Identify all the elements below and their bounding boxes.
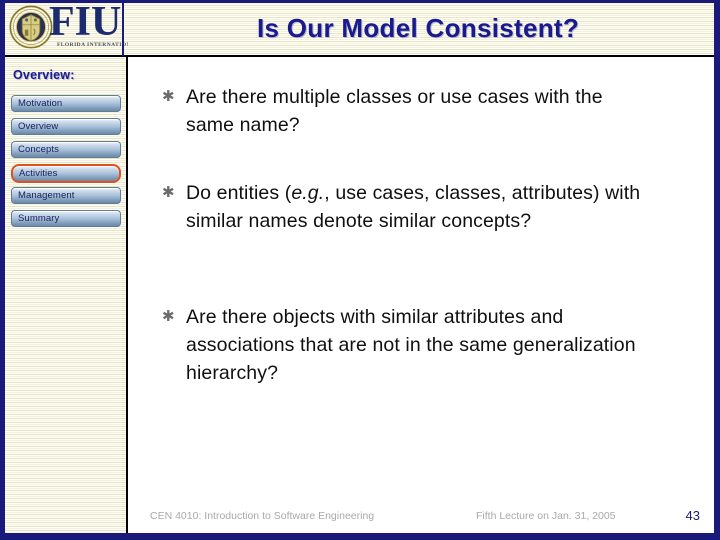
sidebar-item-label: Summary (18, 213, 60, 224)
sidebar-item-management[interactable]: Management (11, 187, 121, 204)
slide-footer: CEN 4010: Introduction to Software Engin… (128, 505, 714, 529)
slide-title-text: Is Our Model Consistent? (256, 12, 580, 43)
slide-frame-bottom (0, 533, 720, 540)
logo-divider (122, 0, 124, 56)
footer-page-number: 43 (685, 508, 700, 523)
bullet-text: Do entities (e.g., use cases, classes, a… (186, 182, 641, 232)
fiu-wordmark: FIU (49, 3, 122, 45)
sidebar-item-label: Management (18, 190, 75, 201)
slide-canvas: FIU FLORIDA INTERNATIONAL UNIVERSITY Is … (0, 0, 720, 540)
bullet-asterisk-icon: ✱ (162, 308, 175, 325)
university-seal-icon (9, 5, 53, 49)
sidebar-divider (126, 57, 128, 533)
footer-lecture-label: Fifth Lecture on Jan. 31, 2005 (476, 510, 616, 522)
slide-frame-left (0, 0, 5, 540)
sidebar-item-label: Concepts (18, 144, 59, 155)
bullet-text: Are there multiple classes or use cases … (186, 86, 603, 136)
bullet-asterisk-icon: ✱ (162, 88, 175, 105)
bullet-item: ✱ Do entities (e.g., use cases, classes, … (156, 179, 661, 235)
sidebar-item-label: Activities (19, 168, 58, 179)
fiu-tagline: FLORIDA INTERNATIONAL UNIVERSITY (57, 42, 128, 48)
footer-course-label: CEN 4010: Introduction to Software Engin… (150, 510, 375, 522)
sidebar-item-motivation[interactable]: Motivation (11, 95, 121, 112)
sidebar-item-overview[interactable]: Overview (11, 118, 121, 135)
sidebar-item-concepts[interactable]: Concepts (11, 141, 121, 158)
slide-title: Is Our Model Consistent? (128, 6, 708, 50)
sidebar-item-summary[interactable]: Summary (11, 210, 121, 227)
slide-content: ✱ Are there multiple classes or use cases… (128, 57, 714, 502)
sidebar-heading: Overview: (13, 68, 75, 82)
fiu-logo: FIU FLORIDA INTERNATIONAL UNIVERSITY (5, 3, 128, 55)
sidebar: Overview: Motivation Overview Concepts Acti… (5, 57, 127, 533)
slide-frame-top (0, 0, 720, 3)
sidebar-item-label: Motivation (18, 98, 63, 109)
bullet-text: Are there objects with similar attribute… (186, 306, 636, 384)
sidebar-nav-list: Motivation Overview Concepts Activities Mana… (5, 95, 127, 233)
sidebar-item-label: Overview (18, 121, 59, 132)
header-rule (0, 55, 720, 57)
sidebar-item-activities[interactable]: Activities (11, 164, 121, 183)
bullet-item: ✱ Are there objects with similar attribut… (156, 303, 656, 387)
bullet-item: ✱ Are there multiple classes or use cases… (156, 83, 656, 139)
bullet-asterisk-icon: ✱ (162, 184, 175, 201)
slide-frame-right (714, 0, 720, 540)
